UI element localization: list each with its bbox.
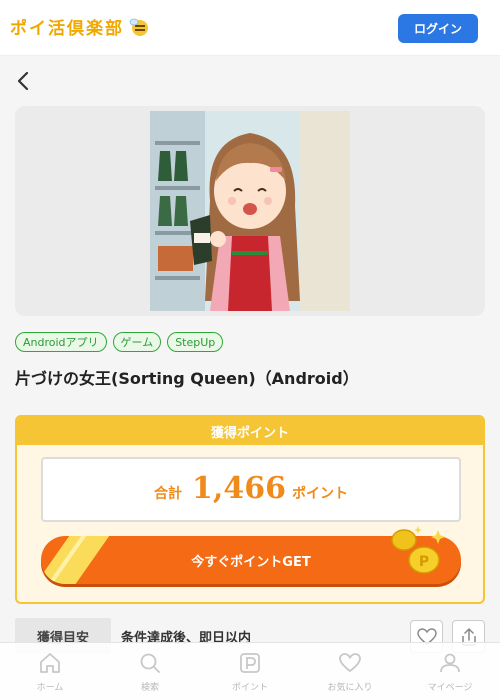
- nav-label-points: ポイント: [231, 683, 268, 693]
- nav-item-favorites[interactable]: お気に入り: [300, 643, 400, 700]
- nav-label-favorites: お気に入り: [327, 683, 373, 693]
- user-icon: [440, 653, 460, 673]
- offer-title: 片づけの女王(Sorting Queen)（Android）: [15, 369, 359, 388]
- nav-label-search: 検索: [140, 683, 159, 693]
- back-chevron-icon[interactable]: [14, 70, 34, 92]
- points-total-value: 1,466: [192, 471, 286, 506]
- logo-text: ポイ活倶楽部: [10, 19, 124, 39]
- points-total-card: 合計 1,466 ポイント: [41, 457, 461, 522]
- coins-icon: P: [391, 526, 445, 574]
- point-icon: [240, 653, 260, 673]
- svg-text:P: P: [419, 554, 429, 570]
- logo[interactable]: ポイ活倶楽部: [10, 14, 150, 39]
- bottom-navigation: ホーム 検索 ポイント お気に入り マイページ: [0, 642, 500, 700]
- points-unit: ポイント: [291, 486, 348, 502]
- bee-logo-icon: [129, 18, 148, 36]
- app-header: ポイ活倶楽部 ログイン: [0, 0, 500, 56]
- nav-item-home[interactable]: ホーム: [0, 643, 100, 700]
- nav-item-search[interactable]: 検索: [100, 643, 200, 700]
- tag-list: Androidアプリ ゲーム StepUp: [15, 332, 224, 352]
- tag-android-app[interactable]: Androidアプリ: [15, 332, 107, 352]
- points-total-label: 合計: [154, 486, 183, 502]
- nav-item-mypage[interactable]: マイページ: [400, 643, 500, 700]
- nav-item-points[interactable]: ポイント: [200, 643, 300, 700]
- tag-stepup[interactable]: StepUp: [167, 332, 224, 352]
- home-icon: [40, 653, 60, 673]
- nav-label-home: ホーム: [36, 683, 64, 693]
- game-character-image: [150, 111, 350, 311]
- offer-banner: [15, 106, 485, 316]
- nav-label-mypage: マイページ: [427, 683, 473, 693]
- login-button[interactable]: ログイン: [398, 14, 478, 43]
- search-icon: [140, 653, 160, 673]
- tag-game[interactable]: ゲーム: [112, 332, 162, 352]
- heart-icon: [339, 653, 361, 673]
- points-header: 獲得ポイント: [17, 417, 483, 445]
